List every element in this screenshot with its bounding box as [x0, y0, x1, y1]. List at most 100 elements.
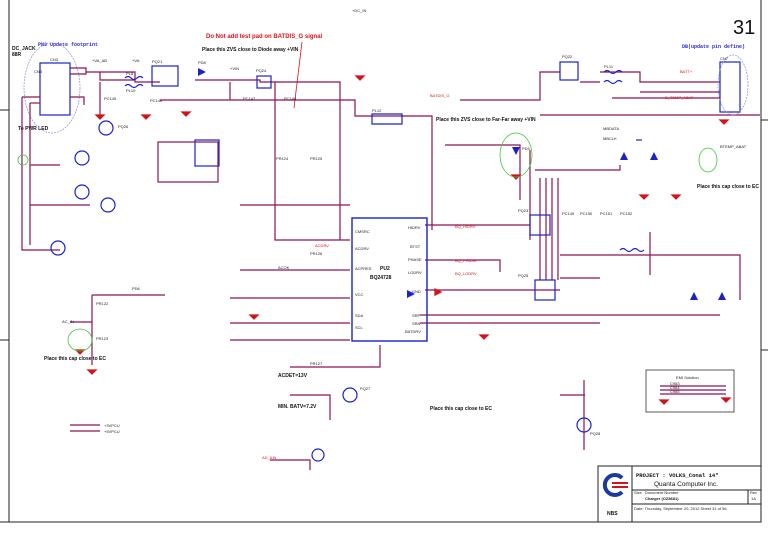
ref-label: PC149	[562, 211, 575, 216]
net-label: ACOK	[278, 265, 290, 270]
ref-label: PR124	[276, 156, 289, 161]
net-label: BATDIS_G	[430, 93, 450, 98]
pin-label: BATDRV	[405, 329, 421, 334]
ref-label: PQ22	[562, 54, 573, 59]
pin-label: VCC	[355, 292, 364, 297]
rev-label: Rev	[750, 490, 757, 495]
ref-label: PQ27	[360, 386, 371, 391]
sheet-frame	[0, 0, 768, 523]
net-labels: +VA_AB +VA +VIN +DC_IN BATDIS_G BATT+ B_…	[62, 8, 747, 460]
pin-label: BTST	[410, 244, 421, 249]
min-batv-note: MIN. BATV=7.2V	[278, 404, 317, 410]
pn3-footprint-note: PN3 Update footprint	[38, 42, 98, 48]
net-label: +3VPCU	[104, 423, 120, 428]
ref-label: PR123	[96, 336, 109, 341]
ref-label: C985	[670, 389, 680, 394]
cap-close-ec-note-2: Place this cap close to EC	[430, 406, 492, 412]
doc-title: Charger (OZ8681)	[645, 496, 679, 501]
pin-label: HIDRV	[408, 225, 421, 230]
ref-label: PQ25	[518, 273, 529, 278]
ref-label: PC147	[243, 96, 256, 101]
cap-zone-2	[698, 147, 718, 173]
project-name: PROJECT : VOLKS_Conal 14"	[636, 472, 719, 479]
net-label: AD_AIN	[262, 455, 277, 460]
rev-value: 1A	[751, 496, 756, 501]
ref-label: PR126	[310, 251, 323, 256]
pin-label: ACPRES	[355, 266, 372, 271]
ref-label: PQ21	[152, 59, 163, 64]
date-sheet-row: Date: Thursday, September 20, 2012 Sheet…	[634, 506, 727, 511]
logo-text: NBS	[607, 511, 618, 517]
net-label: +5VPCU	[104, 429, 120, 434]
emi-solution-box: EMI Solution C983 C984 C985	[645, 369, 735, 413]
page-number: 31	[733, 17, 755, 39]
ref-label: PR127	[310, 361, 323, 366]
ref-label: PL12	[372, 108, 382, 113]
ref-label: PD6	[132, 286, 141, 291]
net-label: +DC_IN	[352, 8, 366, 13]
component-refs: PQ21 PQ24 PQ22 PQ23 PQ25 PQ26 PQ27 PQ28 …	[34, 54, 729, 436]
doc-label: Document Number	[645, 490, 679, 495]
cap-close-ec-note-1: Place this cap close to EC	[44, 356, 106, 362]
net-label: BQ_LODRV	[455, 271, 477, 276]
ref-label: PC148	[284, 96, 297, 101]
ref-label: CN7	[720, 56, 729, 61]
net-label: BQ_PHASE	[455, 258, 477, 263]
ref-label: PD9	[522, 146, 531, 151]
net-label: B_TEMP_ABAT	[665, 95, 694, 100]
net-label: MBDATA	[603, 126, 619, 131]
size-label: Size	[634, 490, 643, 495]
pin-label: SCL	[355, 325, 364, 330]
acdet-note: ACDET=13V	[278, 373, 308, 379]
ref-label: PL11	[604, 64, 614, 69]
ref-label: PC152	[620, 211, 633, 216]
ref-label: CN3	[34, 69, 43, 74]
dc-jack-ref: CN3	[50, 57, 59, 62]
wires	[21, 67, 760, 470]
ref-label: PC146	[150, 98, 163, 103]
ref-label: PD8	[198, 60, 207, 65]
dc-jack-sub-label: 88R	[12, 52, 22, 58]
ref-label: PC145	[104, 96, 117, 101]
emi-solution-title: EMI Solution	[676, 375, 699, 380]
net-label: ACDRV	[315, 243, 329, 248]
pin-label: LODRV	[408, 270, 422, 275]
dc-jack-connector	[39, 62, 71, 116]
cap-zone-1	[67, 328, 93, 352]
ref-label: PQ24	[256, 68, 267, 73]
charger-ic-part: BQ24728	[370, 275, 392, 281]
ground-symbols	[74, 75, 730, 405]
db-update-note: DB(update pin define)	[682, 44, 745, 50]
schematic-sheet: 31 Do Not add test pad on BATDIS_G signa…	[0, 0, 768, 523]
pin-label: SDA	[355, 313, 364, 318]
ref-label: PC151	[600, 211, 613, 216]
zvs-far-note: Place this ZVS close to Far-Far away +VI…	[436, 117, 536, 123]
charger-ic-right-pins: HIDRV BTST PHASE LODRV GND SRP SRN BATDR…	[405, 225, 422, 334]
ref-label: PR125	[310, 156, 323, 161]
pin-label: SRN	[412, 321, 421, 326]
company-name: Quanta Computer Inc.	[654, 481, 718, 488]
pin-label: PHASE	[408, 257, 422, 262]
zvs-diode-note: Place this ZVS close to Diode away +VIN	[202, 47, 299, 53]
ref-label: PQ23	[518, 208, 529, 213]
pin-label: SRP	[412, 313, 421, 318]
ref-label: PC150	[580, 211, 593, 216]
net-label: AC_IN	[62, 319, 74, 324]
net-label: +VA	[132, 58, 140, 63]
net-label: BQ_HIDRV	[455, 224, 476, 229]
ref-label: PL10	[126, 88, 136, 93]
ref-label: PQ28	[590, 431, 601, 436]
ref-label: PQ26	[118, 124, 129, 129]
pin-label: ACDRV	[355, 246, 369, 251]
cap-close-ec-note-3: Place this cap close to EC	[697, 184, 759, 190]
charger-ic-ref: PU2	[380, 266, 390, 272]
led-zone	[17, 154, 29, 166]
pin-label: CMSRC	[355, 229, 370, 234]
ref-label: PR122	[96, 301, 109, 306]
pin-label: GND	[412, 289, 421, 294]
net-label: BATT+	[680, 69, 693, 74]
net-label: +VIN	[230, 66, 239, 71]
net-label: +VA_AB	[92, 58, 107, 63]
batdis-warning-note: Do Not add test pad on BATDIS_G signal	[206, 34, 323, 40]
net-label: BTEMP_ABAT	[720, 144, 747, 149]
